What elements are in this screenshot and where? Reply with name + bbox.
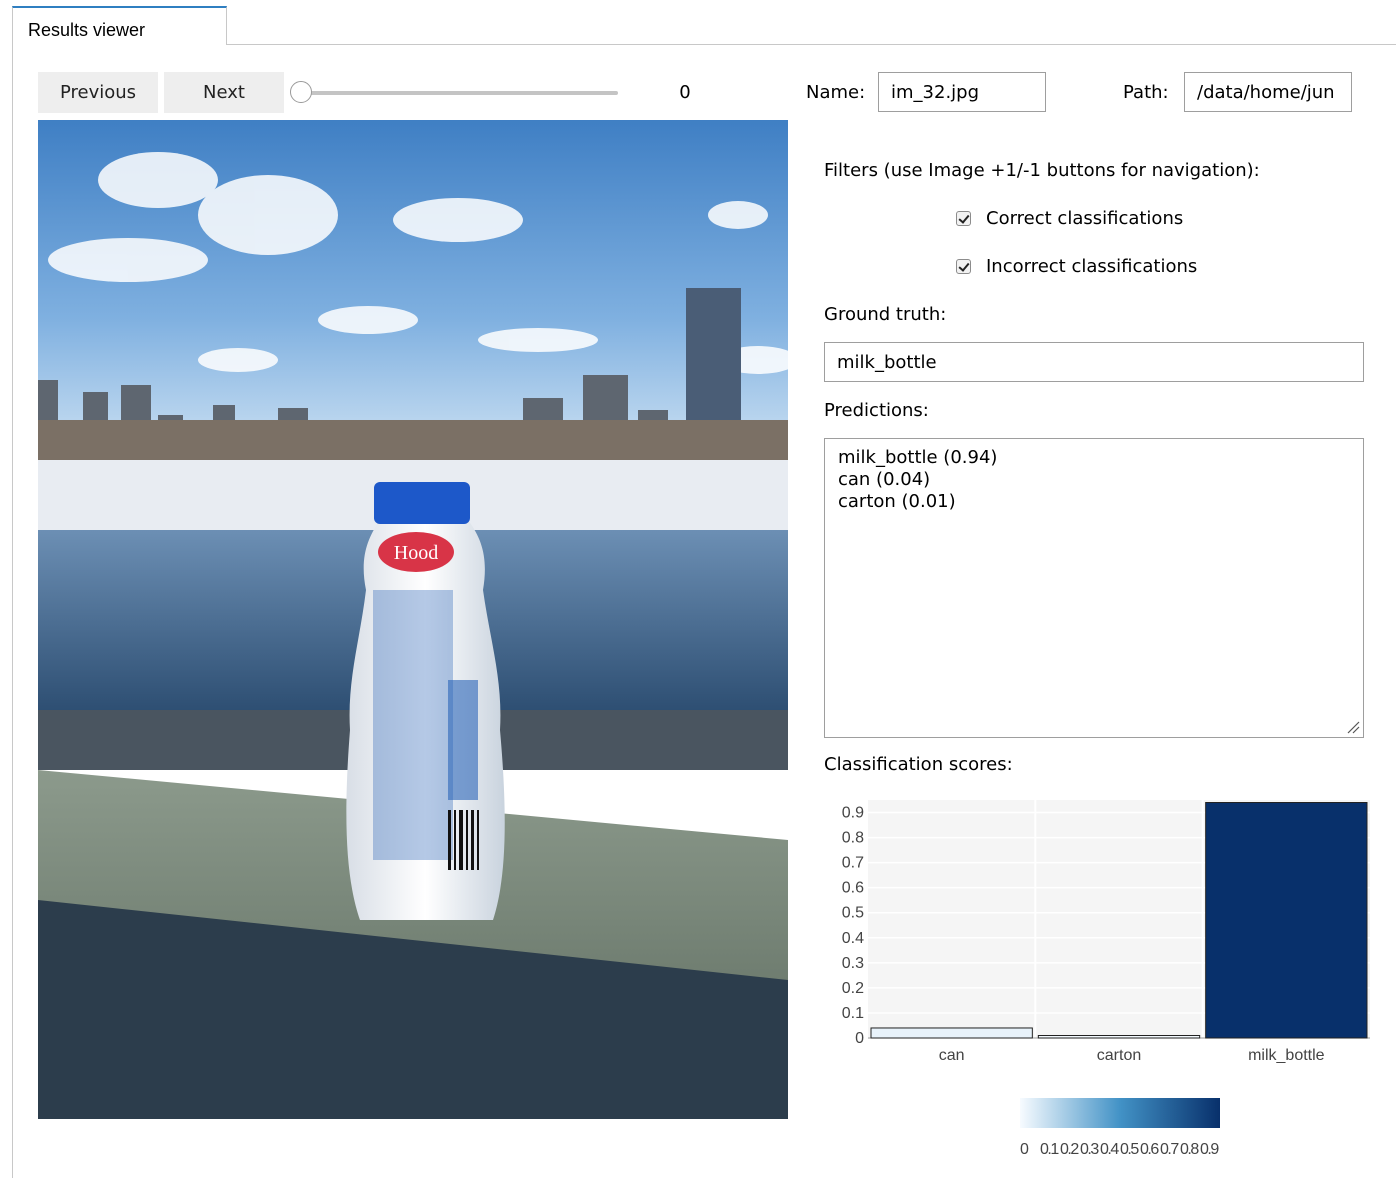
panel-left-border <box>12 45 13 1178</box>
previous-button[interactable]: Previous <box>38 72 158 113</box>
bar-milk_bottle <box>1205 802 1368 1039</box>
incorrect-classifications-label: Incorrect classifications <box>986 256 1198 277</box>
y-tick-label: 0.5 <box>842 905 864 922</box>
ground-truth-label: Ground truth: <box>824 304 947 325</box>
image-index-slider[interactable] <box>300 91 618 95</box>
colorbar-tick-label: 0.9 <box>1200 1141 1219 1158</box>
colorbar-tick-label: 0.6 <box>1140 1141 1159 1158</box>
correct-classifications-checkbox[interactable] <box>956 211 971 226</box>
colorbar <box>1020 1098 1220 1128</box>
y-tick-label: 0.7 <box>842 855 864 872</box>
tab-label: Results viewer <box>28 20 146 40</box>
ground-truth-field[interactable] <box>824 342 1364 382</box>
correct-classifications-label: Correct classifications <box>986 208 1184 229</box>
path-field[interactable] <box>1184 72 1352 112</box>
path-label: Path: <box>1123 82 1169 103</box>
slider-value: 0 <box>679 82 691 103</box>
y-tick-label: 0.8 <box>842 830 864 847</box>
y-tick-label: 0 <box>855 1030 864 1047</box>
incorrect-classifications-checkbox[interactable] <box>956 259 971 274</box>
scores-chart: 0 0.1 0.2 0.3 0.4 0.5 0.6 0.7 0.8 0.9 can carton mil… <box>820 790 1380 1170</box>
name-label: Name: <box>806 82 866 103</box>
next-button[interactable]: Next <box>164 72 284 113</box>
colorbar-tick-label: 0.2 <box>1060 1141 1079 1158</box>
bar-can <box>870 1027 1033 1039</box>
colorbar-tick-label: 0.7 <box>1160 1141 1179 1158</box>
milk-bottle-photo: Hood <box>38 120 788 1119</box>
y-tick-label: 0.1 <box>842 1005 864 1022</box>
colorbar-tick-label: 0.8 <box>1180 1141 1199 1158</box>
predictions-label: Predictions: <box>824 400 929 421</box>
bar-carton <box>1037 1034 1201 1039</box>
predictions-textarea[interactable]: milk_bottle (0.94) can (0.04) carton (0.… <box>824 438 1364 738</box>
slider-handle[interactable] <box>290 81 312 103</box>
scores-bar-chart: 00.10.20.30.40.50.60.70.80.9can carton mil… <box>842 800 1370 1158</box>
y-tick-label: 0.3 <box>842 955 864 972</box>
prediction-line: carton (0.01) <box>838 491 956 512</box>
prediction-line: milk_bottle (0.94) <box>838 447 998 468</box>
y-tick-label: 0.4 <box>842 930 864 947</box>
name-field[interactable] <box>878 72 1046 112</box>
prediction-line: can (0.04) <box>838 469 931 490</box>
x-tick-label: milk_bottle <box>1248 1047 1325 1064</box>
scores-label: Classification scores: <box>824 754 1013 775</box>
y-tick-label: 0.2 <box>842 980 864 997</box>
colorbar-tick-label: 0 <box>1020 1141 1029 1158</box>
result-image: Hood <box>38 120 788 1119</box>
y-tick-label: 0.6 <box>842 880 864 897</box>
x-tick-label: can <box>939 1047 965 1064</box>
tab-results-viewer[interactable]: Results viewer <box>12 6 227 45</box>
y-tick-label: 0.9 <box>842 805 864 822</box>
svg-text:Hood: Hood <box>394 542 438 564</box>
colorbar-tick-label: 0.5 <box>1120 1141 1139 1158</box>
colorbar-tick-label: 0.4 <box>1100 1141 1119 1158</box>
resize-grip-icon[interactable] <box>1346 720 1360 734</box>
x-tick-label: carton <box>1097 1047 1141 1064</box>
correct-classifications-toggle[interactable]: Correct classifications <box>956 208 1183 229</box>
colorbar-tick-label: 0.1 <box>1040 1141 1059 1158</box>
colorbar-tick-label: 0.3 <box>1080 1141 1099 1158</box>
filters-heading: Filters (use Image +1/-1 buttons for nav… <box>824 160 1260 181</box>
tab-bar: Results viewer <box>0 0 1396 46</box>
incorrect-classifications-toggle[interactable]: Incorrect classifications <box>956 256 1197 277</box>
